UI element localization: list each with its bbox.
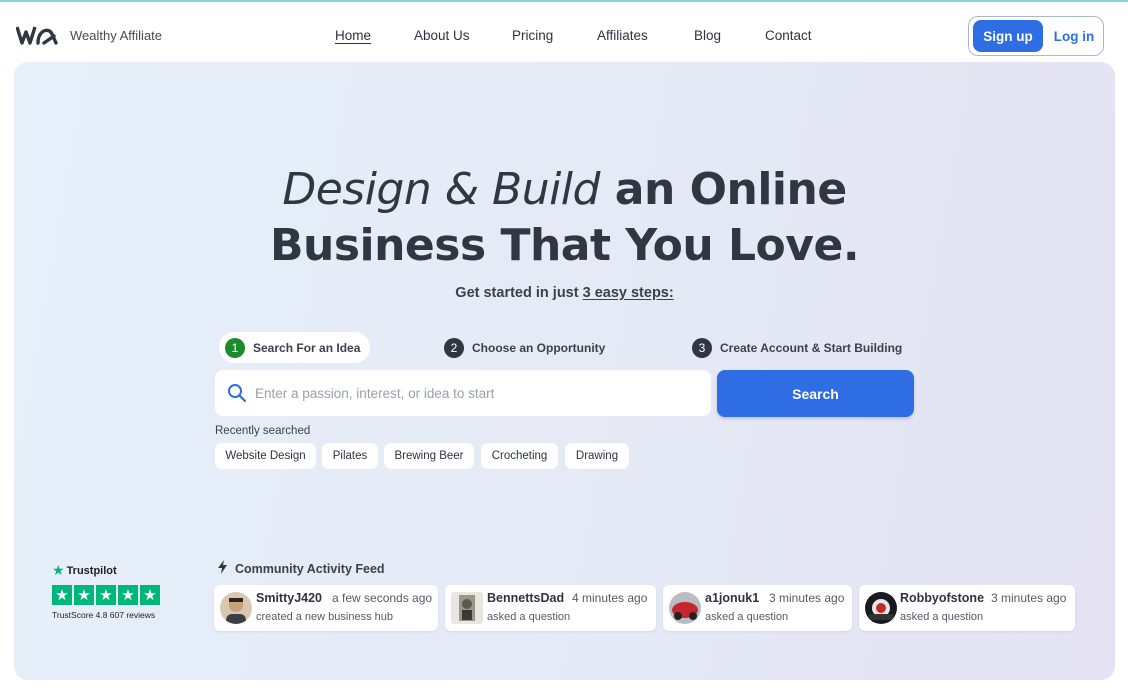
trustpilot-label: Trustpilot — [66, 564, 117, 577]
top-nav: Wealthy Affiliate Home About Us Pricing … — [0, 2, 1128, 60]
nav-pricing[interactable]: Pricing — [512, 28, 553, 43]
auth-group: Sign up Log in — [968, 16, 1104, 56]
nav-home[interactable]: Home — [335, 28, 371, 43]
step-1[interactable]: 1 Search For an Idea — [219, 332, 371, 363]
trustpilot-widget[interactable]: ★ Trustpilot ★ ★ ★ ★ ★ TrustScore 4.8 60… — [52, 562, 162, 620]
recent-chip[interactable]: Website Design — [215, 443, 316, 469]
step-2[interactable]: 2 Choose an Opportunity — [444, 332, 605, 363]
headline-line-2: Business That You Love. — [269, 220, 860, 271]
star-icon: ★ — [118, 585, 138, 605]
activity-user[interactable]: Robbyofstone — [900, 591, 984, 605]
star-icon: ★ — [96, 585, 116, 605]
avatar — [669, 592, 701, 624]
activity-action: created a new business hub — [256, 611, 393, 623]
step-number: 2 — [444, 337, 464, 358]
nav-affiliates[interactable]: Affiliates — [597, 28, 648, 43]
step-number: 3 — [692, 337, 712, 358]
activity-action: asked a question — [705, 611, 789, 623]
nav-blog[interactable]: Blog — [694, 28, 721, 43]
step-label: Search For an Idea — [253, 340, 361, 355]
recent-chip[interactable]: Crocheting — [481, 443, 558, 469]
avatar — [220, 592, 252, 624]
search-input[interactable] — [255, 385, 695, 401]
activity-card[interactable]: SmittyJ420 a few seconds ago created a n… — [214, 585, 438, 631]
trustpilot-stars: ★ ★ ★ ★ ★ — [52, 585, 162, 605]
login-button[interactable]: Log in — [1049, 20, 1099, 52]
brand[interactable]: Wealthy Affiliate — [16, 24, 162, 46]
hero-headline: Design & Build an Online Business That Y… — [14, 162, 1115, 274]
activity-action: asked a question — [487, 611, 571, 623]
star-icon: ★ — [140, 585, 160, 605]
activity-card[interactable]: BennettsDad 4 minutes ago asked a questi… — [445, 585, 656, 631]
recent-chip[interactable]: Pilates — [322, 443, 378, 469]
activity-time: a few seconds ago — [332, 591, 433, 605]
activity-user[interactable]: a1jonuk1 — [705, 591, 759, 605]
subline-text: Get started in just — [455, 285, 583, 301]
nav-contact[interactable]: Contact — [765, 28, 812, 43]
recent-chip[interactable]: Brewing Beer — [384, 443, 474, 469]
trustscore-text: TrustScore 4.8 607 reviews — [52, 610, 156, 620]
avatar — [451, 592, 483, 624]
hero-subline: Get started in just 3 easy steps: — [14, 285, 1115, 301]
nav-about-us[interactable]: About Us — [414, 28, 470, 43]
hero-section: Design & Build an Online Business That Y… — [14, 62, 1115, 680]
recent-searches-label: Recently searched — [215, 425, 311, 437]
search-icon — [228, 384, 247, 403]
search-button[interactable]: Search — [717, 370, 914, 417]
headline-rest: an Online — [599, 164, 847, 215]
activity-time: 3 minutes ago — [769, 591, 845, 605]
step-number: 1 — [225, 337, 245, 358]
headline-italic: Design & Build — [282, 164, 600, 215]
activity-card[interactable]: a1jonuk1 3 minutes ago asked a question — [663, 585, 852, 631]
lightning-icon — [218, 560, 227, 577]
activity-action: asked a question — [900, 611, 984, 623]
steps-link[interactable]: 3 easy steps: — [583, 285, 674, 301]
avatar — [865, 592, 897, 624]
search-box — [215, 370, 711, 416]
recent-chip[interactable]: Drawing — [565, 443, 629, 469]
activity-user[interactable]: BennettsDad — [487, 591, 564, 605]
trustpilot-star-icon: ★ — [52, 562, 65, 578]
signup-button[interactable]: Sign up — [973, 20, 1043, 52]
activity-feed-title: Community Activity Feed — [218, 560, 385, 577]
star-icon: ★ — [52, 585, 72, 605]
activity-user[interactable]: SmittyJ420 — [256, 591, 322, 605]
step-label: Create Account & Start Building — [720, 340, 903, 355]
feed-title-text: Community Activity Feed — [235, 561, 385, 576]
step-label: Choose an Opportunity — [472, 340, 606, 355]
brand-name: Wealthy Affiliate — [70, 27, 163, 43]
activity-time: 3 minutes ago — [991, 591, 1067, 605]
activity-card[interactable]: Robbyofstone 3 minutes ago asked a quest… — [859, 585, 1075, 631]
wa-logo-icon — [16, 26, 58, 45]
star-icon: ★ — [74, 585, 94, 605]
step-3[interactable]: 3 Create Account & Start Building — [692, 332, 902, 363]
activity-time: 4 minutes ago — [572, 591, 648, 605]
